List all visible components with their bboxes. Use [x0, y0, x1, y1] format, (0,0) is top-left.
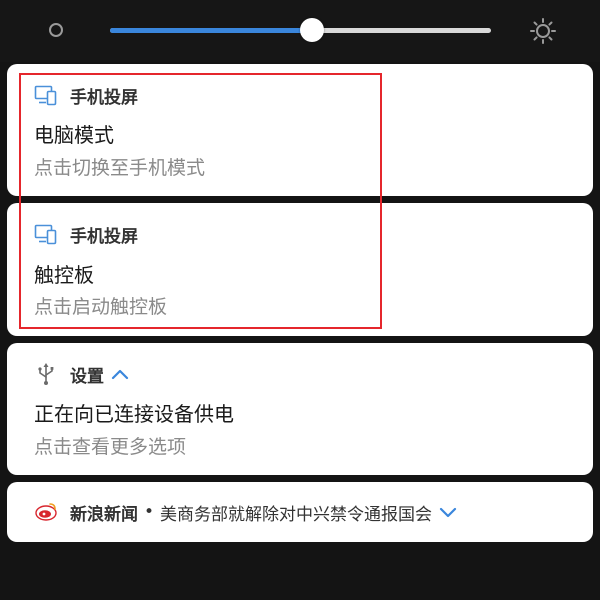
notification-title: 触控板 [34, 263, 94, 287]
brightness-high-icon [530, 18, 556, 44]
notification-title: 电脑模式 [34, 123, 114, 147]
notification-header: 设置 [34, 362, 130, 387]
usb-icon [38, 363, 54, 385]
notification-card-cast-pc-mode[interactable]: 手机投屏 电脑模式 点击切换至手机模式 [7, 64, 593, 196]
chevron-down-icon[interactable] [438, 505, 458, 519]
brightness-slider-fill [110, 28, 312, 33]
notification-header: 手机投屏 [34, 222, 138, 247]
brightness-slider-thumb[interactable] [299, 18, 324, 42]
news-headline: 美商务部就解除对中兴禁令通报国会 [160, 504, 433, 525]
notification-card-sina-news[interactable]: 新浪新闻 • 美商务部就解除对中兴禁令通报国会 [7, 482, 593, 542]
notification-subtitle: 点击启动触控板 [34, 296, 168, 318]
notification-app-name: 设置 [70, 366, 104, 387]
notification-title: 正在向已连接设备供电 [34, 402, 234, 426]
chevron-up-icon[interactable] [110, 367, 130, 381]
brightness-control [0, 0, 600, 62]
sina-news-icon [35, 503, 57, 521]
notification-app-name: 手机投屏 [70, 226, 138, 247]
brightness-slider[interactable] [110, 18, 491, 42]
notification-header: 新浪新闻 • 美商务部就解除对中兴禁令通报国会 [34, 500, 458, 525]
notification-subtitle: 点击查看更多选项 [34, 436, 187, 458]
notification-subtitle: 点击切换至手机模式 [34, 157, 206, 179]
notification-app-name: 新浪新闻 [70, 504, 138, 525]
notification-app-name: 手机投屏 [70, 87, 138, 108]
brightness-low-icon [49, 23, 63, 37]
cast-screen-icon [34, 224, 57, 245]
notification-separator: • [144, 502, 155, 522]
notification-card-cast-touchpad[interactable]: 手机投屏 触控板 点击启动触控板 [7, 203, 593, 336]
cast-screen-icon [34, 85, 57, 106]
notification-card-usb-settings[interactable]: 设置 正在向已连接设备供电 点击查看更多选项 [7, 343, 593, 475]
notification-header: 手机投屏 [34, 83, 138, 108]
